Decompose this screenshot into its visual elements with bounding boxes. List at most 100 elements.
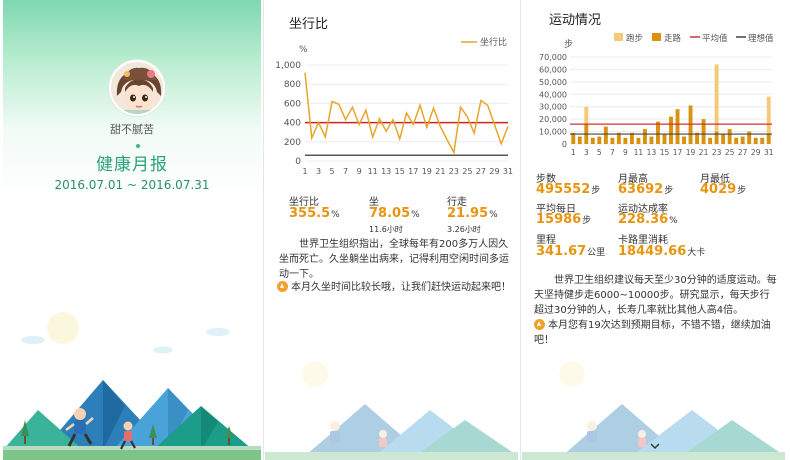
tip-up-arrow-icon [534, 319, 545, 330]
exercise-panel: 运动情况 步 0 10,000 20,000 30,000 40,000 50,000 60… [522, 0, 785, 460]
x-tick-label: 7 [343, 167, 348, 176]
x-tick-label: 13 [647, 148, 657, 157]
x-tick-label: 29 [751, 148, 761, 157]
x-tick-label: 13 [381, 167, 391, 176]
report-title: 健康月报 [96, 155, 168, 175]
sitting-health-paragraph: 世界卫生组织指出，全球每年有200多万人因久坐而死亡。久坐躺坐出病来，记得利用空… [279, 239, 509, 280]
bar-running [714, 64, 719, 132]
x-tick-label: 23 [449, 167, 459, 176]
stat-value-monthly-max: 63692步 [618, 182, 674, 197]
bar-walking [649, 136, 654, 144]
exercise-section-title: 运动情况 [549, 13, 602, 28]
x-tick-label: 17 [408, 167, 418, 176]
bar-walking [610, 137, 615, 144]
y-tick-label: 10,000 [539, 128, 567, 137]
legend-label: 跑步 [626, 33, 643, 44]
legend-label: 坐行比 [480, 36, 507, 48]
bar-walking [675, 109, 680, 144]
y-tick-label: 30,000 [539, 103, 567, 112]
y-tick-label: 40,000 [539, 90, 567, 99]
bar-walking [734, 137, 739, 144]
stat-value-sit-walk-ratio: 355.5% [289, 206, 340, 221]
sitting-ratio-panel: 坐行比 % 0 200 400 600 800 1,000 1 3 5 7 9 11 13 15 17 19 2… [265, 0, 518, 460]
stat-value-monthly-min: 4029步 [700, 182, 747, 197]
stat-value-calories: 18449.66大卡 [618, 244, 706, 259]
x-tick-label: 1 [571, 148, 576, 157]
y-tick-label: 20,000 [539, 115, 567, 124]
x-tick-label: 5 [597, 148, 602, 157]
x-tick-label: 27 [476, 167, 486, 176]
bar-walking [688, 105, 693, 144]
x-tick-label: 17 [673, 148, 683, 157]
legend-label: 理想值 [748, 33, 774, 44]
stat-value-distance: 341.67公里 [536, 244, 606, 259]
x-tick-label: 31 [503, 167, 513, 176]
legend-label: 走路 [664, 33, 682, 44]
faded-running-scene [265, 361, 518, 460]
x-tick-label: 23 [712, 148, 722, 157]
x-tick-label: 5 [330, 167, 335, 176]
bar-walking [669, 116, 673, 144]
y-axis-unit: % [299, 45, 308, 55]
username: 甜不腻苦 [110, 123, 154, 136]
x-tick-label: 11 [368, 167, 378, 176]
x-tick-label: 15 [395, 167, 405, 176]
exercise-tip: 本月您有19次达到预期目标，不错不错，继续加油吧！ [534, 318, 778, 348]
stat-value-walking: 21.95% [447, 206, 498, 221]
y-tick-label: 400 [284, 119, 301, 129]
x-tick-label: 7 [610, 148, 615, 157]
separator-dot [136, 144, 140, 148]
x-tick-label: 21 [435, 167, 445, 176]
bar-walking [590, 137, 595, 144]
bar-walking [708, 137, 713, 144]
x-tick-label: 9 [623, 148, 628, 157]
x-tick-label: 19 [422, 167, 432, 176]
bar-walking [727, 129, 732, 144]
bar-walking [603, 126, 608, 144]
stat-sub-walking-hours: 3.26小时 [447, 225, 481, 234]
legend-swatch [614, 33, 623, 41]
y-tick-label: 800 [284, 80, 301, 90]
cover-panel: 甜不腻苦 健康月报 2016.07.01 ~ 2016.07.31 [3, 0, 261, 460]
y-tick-label: 0 [562, 140, 567, 149]
bar-walking [662, 134, 667, 144]
x-tick-label: 9 [357, 167, 362, 176]
stat-value-goal-rate: 228.36% [618, 212, 678, 227]
chevron-down-icon[interactable] [650, 441, 660, 451]
bar-walking [636, 137, 641, 144]
bar-walking [721, 134, 726, 144]
x-tick-label: 15 [660, 148, 670, 157]
bar-walking [597, 136, 602, 144]
y-tick-label: 70,000 [539, 53, 567, 62]
sitting-ratio-chart: % 02004006008001,0001 3 5 7 9 11 13 15 17 19 21 23 2… [275, 36, 513, 176]
x-tick-label: 11 [634, 148, 644, 157]
y-axis-unit: 步 [564, 39, 573, 50]
bar-walking [701, 119, 706, 144]
x-tick-label: 3 [584, 148, 589, 157]
bar-running [766, 96, 771, 135]
avatar[interactable] [109, 60, 165, 116]
y-tick-label: 200 [284, 138, 301, 148]
bar-walking [714, 131, 719, 144]
x-tick-label: 25 [462, 167, 472, 176]
panel-divider [520, 0, 521, 460]
x-tick-label: 29 [489, 167, 499, 176]
exercise-health-paragraph: 世界卫生组织建议每天至少30分钟的适度运动。每天坚持健步走6000~10000步… [534, 275, 777, 316]
x-tick-label: 25 [725, 148, 735, 157]
y-tick-label: 1,000 [275, 61, 301, 71]
x-tick-label: 21 [699, 148, 709, 157]
x-tick-label: 3 [316, 167, 321, 176]
bar-walking [577, 136, 582, 144]
bar-walking [642, 129, 647, 144]
legend-swatch [652, 33, 661, 41]
health-report-screens: 甜不腻苦 健康月报 2016.07.01 ~ 2016.07.31 坐行比 % … [0, 0, 790, 460]
y-tick-label: 50,000 [539, 78, 567, 87]
bar-walking [760, 137, 765, 144]
bar-walking [623, 137, 628, 144]
sitting-tip-text: 本月久坐时间比较长哦，让我们赶快运动起来吧！ [291, 282, 511, 293]
bar-walking [753, 137, 758, 144]
y-tick-label: 600 [284, 99, 301, 109]
sitting-section-title: 坐行比 [289, 17, 329, 32]
stat-value-daily-average: 15986步 [536, 212, 592, 227]
x-tick-label: 27 [738, 148, 748, 157]
